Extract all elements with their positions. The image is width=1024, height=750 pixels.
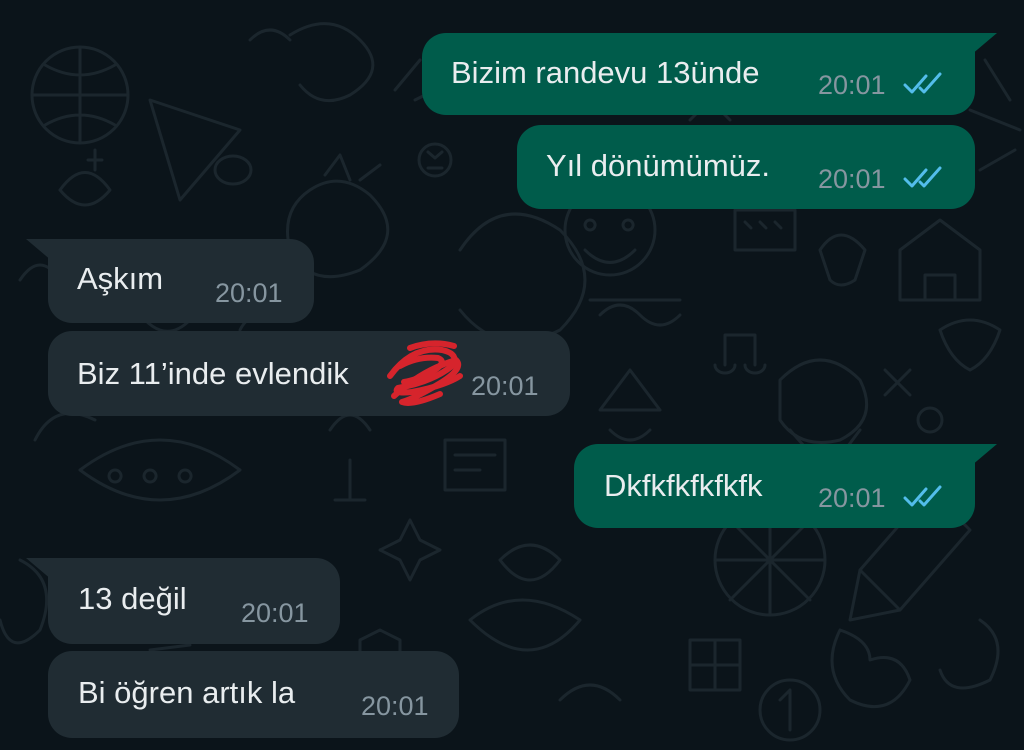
red-scribble-redaction [387,340,463,406]
message-text: Biz 11’inde evlendik [77,356,349,391]
bubble-tail [26,239,52,261]
message-timestamp: 20:01 [361,691,429,721]
message-bubble-incoming[interactable]: 13 değil 20:01 [26,558,340,644]
message-bubble-incoming[interactable]: Bi öğren artık la 20:01 [48,651,459,738]
message-text: Bizim randevu 13ünde [451,55,760,90]
message-text: Yıl dönümümüz. [546,148,770,183]
message-timestamp: 20:01 [471,371,539,401]
double-check-icon [903,485,942,507]
message-bubble-outgoing[interactable]: Bizim randevu 13ünde 20:01 [422,33,997,115]
chat-conversation-area[interactable]: Bizim randevu 13ünde 20:01 Yıl dönümümüz… [0,0,1024,750]
bubble-tail [26,558,52,580]
message-timestamp: 20:01 [241,598,309,628]
message-timestamp: 20:01 [818,70,886,100]
message-bubble-outgoing[interactable]: Yıl dönümümüz. 20:01 [517,125,975,209]
double-check-icon [903,166,942,188]
message-bubble-incoming[interactable]: Biz 11’inde evlendik 20:01 [48,331,570,416]
message-bubble-incoming[interactable]: Aşkım 20:01 [26,239,314,323]
message-bubble-outgoing[interactable]: Dkfkfkfkfkfk 20:01 [574,444,997,528]
message-timestamp: 20:01 [818,483,886,513]
message-text: Aşkım [77,261,164,296]
message-text: Dkfkfkfkfkfk [604,468,763,503]
double-check-icon [903,72,942,94]
message-text: Bi öğren artık la [78,675,296,710]
message-text: 13 değil [78,581,187,616]
message-timestamp: 20:01 [215,278,283,308]
bubble-tail [971,444,997,466]
bubble-tail [971,33,997,55]
message-timestamp: 20:01 [818,164,886,194]
